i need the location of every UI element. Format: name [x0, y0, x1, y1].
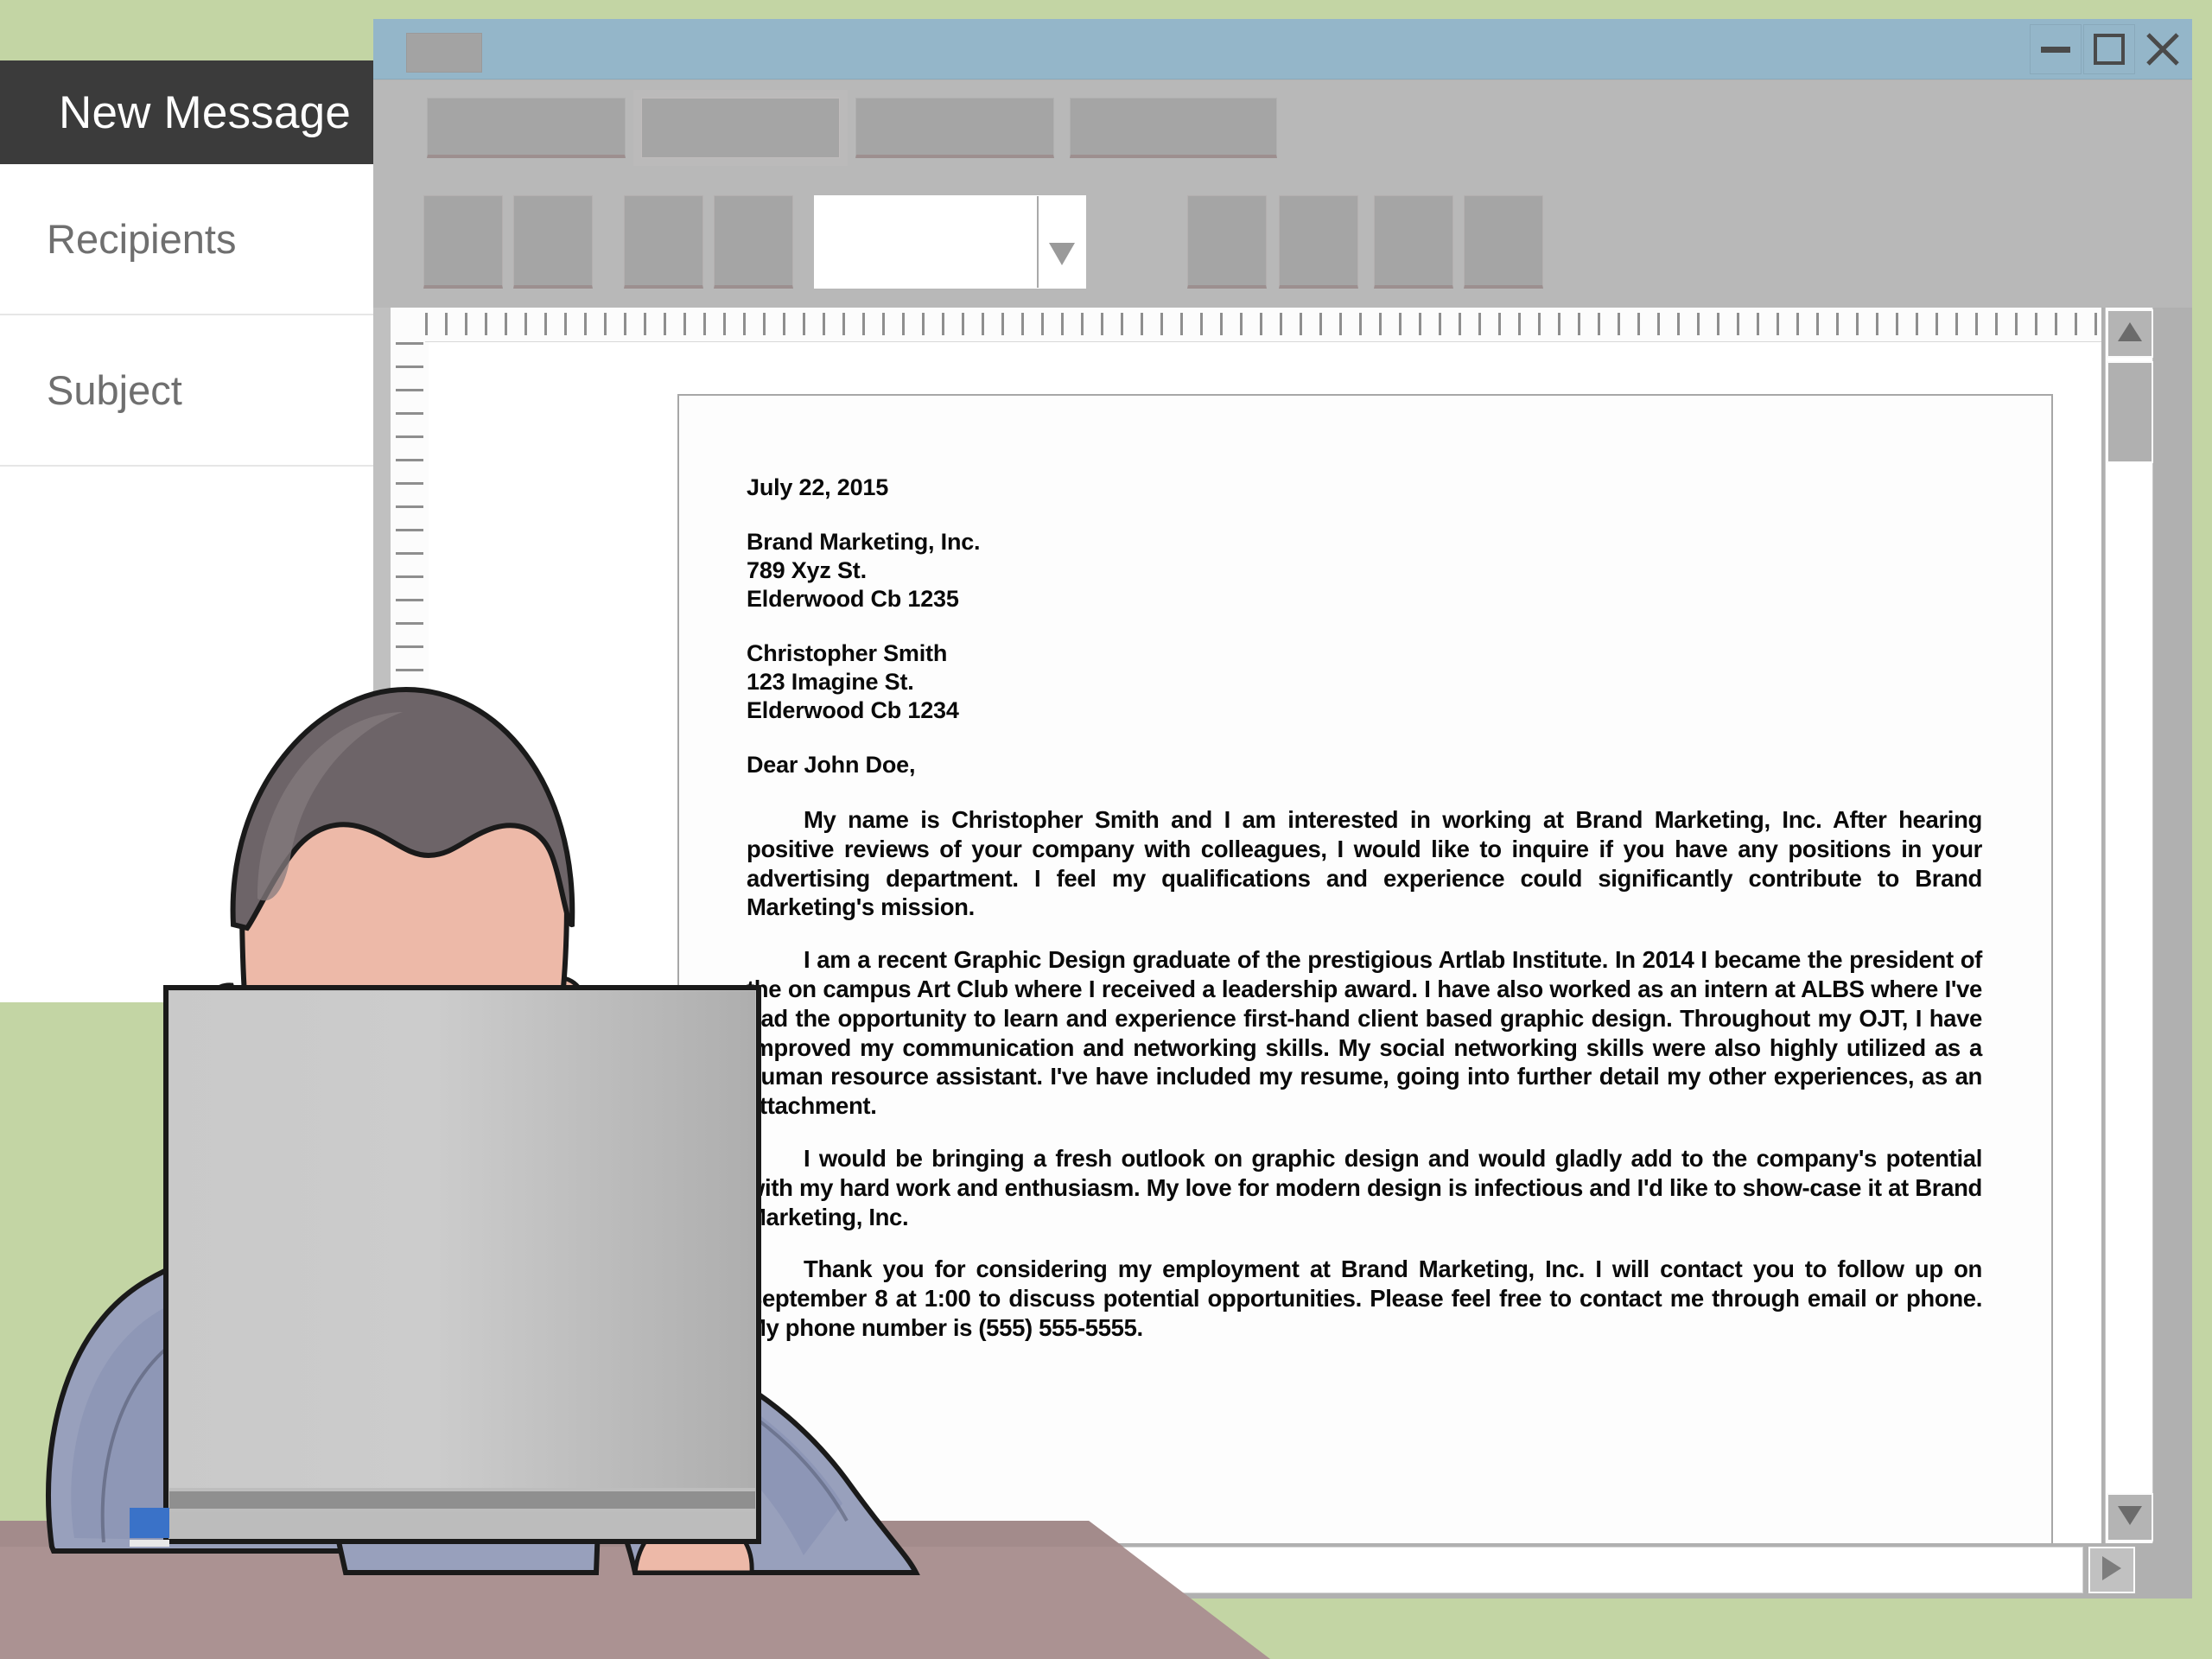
letter-paragraph-1: My name is Christopher Smith and I am in…: [747, 806, 1982, 921]
horizontal-ruler-ticks: [425, 308, 2101, 341]
toolbar-button-1[interactable]: [423, 195, 503, 289]
horizontal-scrollbar[interactable]: [373, 1543, 2192, 1599]
vertical-scrollbar-track[interactable]: [2105, 308, 2153, 1543]
minimize-icon: [2041, 45, 2070, 54]
letter-salutation: Dear John Doe,: [747, 752, 916, 778]
vertical-ruler-ticks: [396, 342, 423, 1543]
scroll-left-button[interactable]: [406, 1547, 453, 1593]
horizontal-ruler: [425, 308, 2101, 342]
desk-object: [130, 1508, 169, 1547]
scroll-right-button[interactable]: [2088, 1547, 2135, 1593]
vertical-ruler: [391, 308, 429, 1543]
maximize-icon: [2094, 34, 2125, 65]
minimize-button[interactable]: [2030, 24, 2082, 74]
sender-line-3: Elderwood Cb 1234: [747, 697, 959, 723]
recipient-address-block: Brand Marketing, Inc. 789 Xyz St. Elderw…: [747, 528, 1982, 613]
horizontal-scrollbar-thumb[interactable]: [454, 1548, 752, 1592]
formatting-toolbar: [373, 178, 2192, 308]
vertical-scrollbar[interactable]: [2101, 308, 2192, 1543]
triangle-up-icon: [2117, 321, 2143, 347]
compose-title: New Message: [59, 86, 352, 138]
document-editor-window: July 22, 2015 Brand Marketing, Inc. 789 …: [373, 19, 2192, 1599]
close-icon: [2145, 31, 2181, 67]
recipient-line-3: Elderwood Cb 1235: [747, 586, 959, 612]
letter-paragraph-2: I am a recent Graphic Design graduate of…: [747, 946, 1982, 1120]
scroll-up-button[interactable]: [2107, 309, 2153, 358]
menu-file[interactable]: [427, 98, 626, 158]
sender-address-block: Christopher Smith 123 Imagine St. Elderw…: [747, 639, 1982, 725]
document-canvas[interactable]: July 22, 2015 Brand Marketing, Inc. 789 …: [429, 342, 2101, 1543]
toolbar-button-8[interactable]: [1464, 195, 1543, 289]
toolbar-button-4[interactable]: [714, 195, 793, 289]
document-icon: [406, 33, 482, 73]
compose-header: New Message: [0, 60, 373, 164]
triangle-right-icon: [2101, 1555, 2123, 1586]
letter-paragraph-3: I would be bringing a fresh outlook on g…: [747, 1144, 1982, 1230]
subject-field[interactable]: Subject: [0, 315, 373, 467]
letter-date: July 22, 2015: [747, 474, 889, 500]
toolbar-button-6[interactable]: [1279, 195, 1358, 289]
toolbar-button-3[interactable]: [624, 195, 703, 289]
close-button[interactable]: [2137, 24, 2189, 74]
sender-line-2: 123 Imagine St.: [747, 669, 914, 695]
new-message-compose-panel: New Message Recipients Subject: [0, 60, 373, 1002]
recipients-field[interactable]: Recipients: [0, 164, 373, 315]
document-area: July 22, 2015 Brand Marketing, Inc. 789 …: [373, 308, 2192, 1543]
menu-edit[interactable]: [641, 98, 840, 158]
toolbar-button-7[interactable]: [1374, 195, 1453, 289]
font-family-value[interactable]: [815, 196, 1037, 288]
toolbar-button-5[interactable]: [1187, 195, 1267, 289]
toolbar-button-2[interactable]: [513, 195, 593, 289]
menu-format[interactable]: [1070, 98, 1277, 158]
message-body-field[interactable]: [0, 467, 373, 1002]
sender-line-1: Christopher Smith: [747, 640, 948, 666]
triangle-left-icon: [418, 1555, 441, 1586]
chevron-down-icon[interactable]: [1037, 196, 1085, 288]
font-family-select[interactable]: [814, 195, 1086, 289]
subject-label: Subject: [47, 367, 182, 413]
recipients-label: Recipients: [47, 216, 237, 262]
triangle-down-icon: [2117, 1504, 2143, 1531]
letter-paragraph-4: Thank you for considering my employment …: [747, 1255, 1982, 1341]
letter-date-block: July 22, 2015: [747, 474, 1982, 502]
maximize-button[interactable]: [2083, 24, 2135, 74]
horizontal-scrollbar-track[interactable]: [453, 1547, 2083, 1593]
document-page[interactable]: July 22, 2015 Brand Marketing, Inc. 789 …: [677, 394, 2053, 1543]
menu-bar: [373, 80, 2192, 178]
menu-view[interactable]: [855, 98, 1054, 158]
body-left: [46, 1249, 375, 1554]
salutation-block: Dear John Doe,: [747, 751, 1982, 779]
recipient-line-1: Brand Marketing, Inc.: [747, 529, 981, 555]
scroll-down-button[interactable]: [2107, 1493, 2153, 1541]
recipient-line-2: 789 Xyz St.: [747, 557, 867, 583]
vertical-scrollbar-thumb[interactable]: [2107, 361, 2153, 463]
window-titlebar[interactable]: [373, 19, 2192, 79]
